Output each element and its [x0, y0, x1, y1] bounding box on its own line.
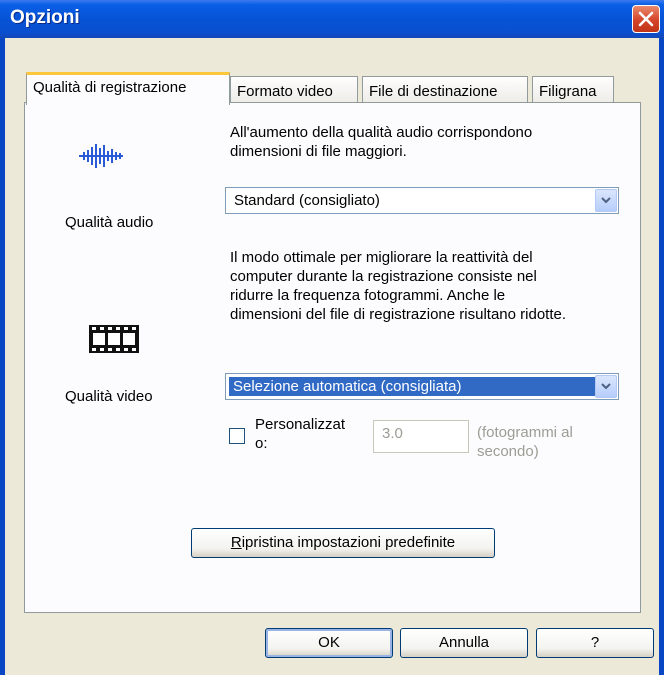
window-title: Opzioni — [10, 7, 80, 28]
custom-fps-checkbox[interactable] — [229, 428, 245, 444]
video-description-line-1: Il modo ottimale per migliorare la reatt… — [230, 249, 533, 266]
close-icon — [638, 11, 654, 27]
tab-formato-video[interactable]: Formato video — [230, 76, 358, 104]
chevron-down-icon — [601, 383, 611, 390]
close-button[interactable] — [632, 5, 660, 33]
video-quality-label: Qualità video — [65, 388, 153, 405]
tab-label: Formato video — [237, 83, 333, 100]
reset-accelerator: R — [230, 534, 242, 551]
chevron-down-icon — [601, 197, 611, 204]
video-quality-value: Selezione automatica (consigliata) — [228, 376, 600, 397]
audio-quality-label: Qualità audio — [65, 214, 154, 231]
fps-unit-line-2: secondo) — [477, 443, 539, 460]
video-description-line-4: dimensioni del file di registrazione ris… — [230, 306, 567, 323]
custom-fps-label-line-2: o: — [255, 435, 268, 452]
reset-label: ipristina impostazioni predefinite — [241, 534, 456, 551]
help-button[interactable]: ? — [536, 628, 654, 658]
custom-fps-label-line-1: Personalizzat — [255, 416, 346, 433]
audio-description-line-2: dimensioni di file maggiori. — [230, 143, 407, 160]
window-frame-right — [659, 38, 664, 675]
film-strip-icon — [89, 325, 139, 353]
tab-qualita-registrazione[interactable]: Qualità di registrazione — [26, 72, 230, 105]
fps-input[interactable]: 3.0 — [373, 420, 469, 453]
reset-defaults-button[interactable]: Ripristina impostazioni predefinite — [191, 528, 495, 558]
fps-unit-line-1: (fotogrammi al — [477, 424, 573, 441]
video-quality-select[interactable]: Selezione automatica (consigliata) — [225, 373, 619, 400]
audio-waveform-icon — [79, 144, 123, 168]
video-dropdown-button[interactable] — [595, 375, 617, 398]
tab-file-destinazione[interactable]: File di destinazione — [362, 76, 528, 104]
audio-dropdown-button[interactable] — [595, 189, 617, 212]
audio-quality-select[interactable]: Standard (consigliato) — [225, 187, 619, 214]
tab-panel: Qualità audio All'aumento della qualità … — [24, 102, 641, 613]
title-bar[interactable]: Opzioni — [0, 0, 664, 38]
cancel-button[interactable]: Annulla — [400, 628, 528, 658]
audio-description-line-1: All'aumento della qualità audio corrispo… — [230, 124, 533, 141]
tab-label: File di destinazione — [369, 83, 498, 100]
tab-label: Filigrana — [539, 83, 597, 100]
tab-label: Qualità di registrazione — [33, 79, 187, 96]
tab-filigrana[interactable]: Filigrana — [532, 76, 614, 104]
video-description-line-3: ridurre la frequenza fotogrammi. Anche l… — [230, 287, 506, 304]
ok-button[interactable]: OK — [265, 628, 393, 658]
audio-quality-value: Standard (consigliato) — [234, 192, 380, 209]
video-description-line-2: computer durante la registrazione consis… — [230, 268, 537, 285]
window-frame-left — [0, 38, 5, 675]
